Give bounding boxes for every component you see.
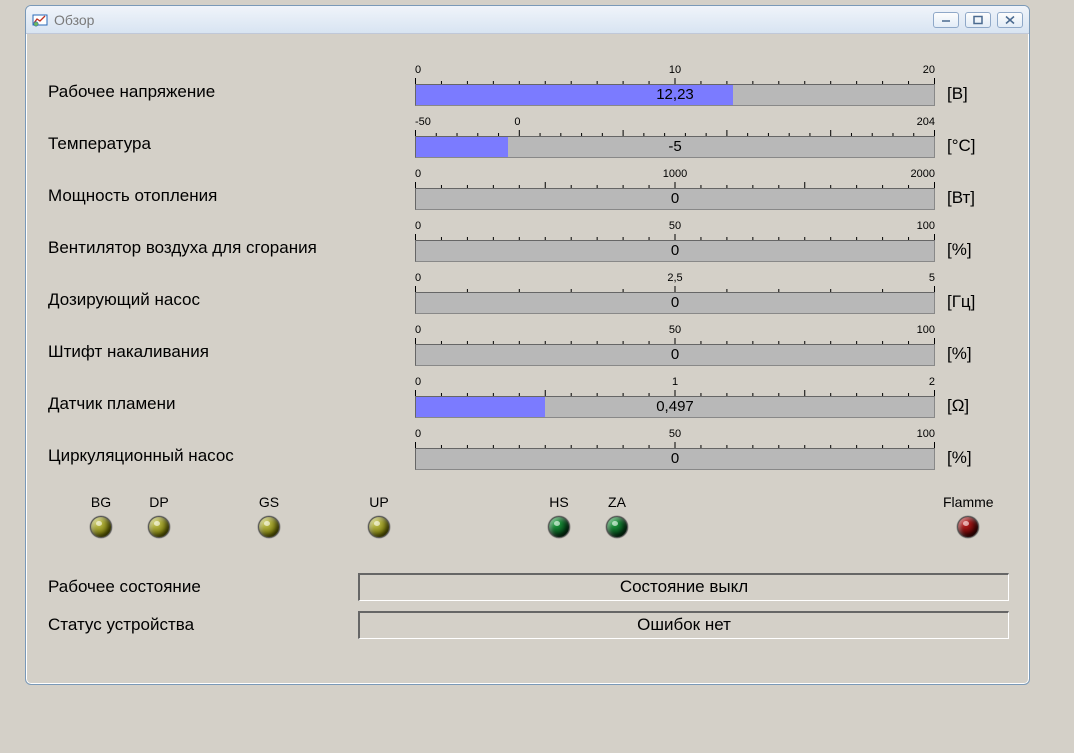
gauge-label: Циркуляционный насос: [48, 446, 415, 470]
gauge-unit: [Гц]: [935, 292, 995, 314]
gauge-label: Мощность отопления: [48, 186, 415, 210]
indicator-label: DP: [148, 494, 170, 510]
indicator-gs: GS: [258, 494, 280, 538]
window-title: Обзор: [54, 12, 933, 28]
gauge-label: Вентилятор воздуха для сгорания: [48, 238, 415, 262]
gauge-value: 0: [416, 189, 934, 209]
indicator-label: HS: [548, 494, 570, 510]
overview-window: Обзор Рабочее напряжение 01020 12,23 [В]…: [25, 5, 1030, 685]
gauge-value: -5: [416, 137, 934, 157]
gauge-label: Температура: [48, 134, 415, 158]
gauge-unit: [Ω]: [935, 396, 995, 418]
gauge-bar: 0: [415, 240, 935, 262]
gauge-value: 0: [416, 293, 934, 313]
led-icon: [548, 516, 570, 538]
gauge-row: Циркуляционный насос 050100 0 [%]: [48, 418, 1009, 470]
gauge: 010002000 0: [415, 168, 935, 210]
indicator-dp: DP: [148, 494, 170, 538]
gauge-bar: 0: [415, 448, 935, 470]
gauge-bar: -5: [415, 136, 935, 158]
device-status-label: Статус устройства: [48, 615, 358, 635]
gauge-bar: 0: [415, 344, 935, 366]
gauge-label: Рабочее напряжение: [48, 82, 415, 106]
gauge-label: Датчик пламени: [48, 394, 415, 418]
indicator-row: BG DP GS UP HS ZA Flamme: [48, 488, 1009, 544]
led-icon: [90, 516, 112, 538]
close-button[interactable]: [997, 12, 1023, 28]
indicator-label: UP: [368, 494, 390, 510]
gauge-unit: [В]: [935, 84, 995, 106]
gauge-value: 0,497: [416, 397, 934, 417]
gauge-unit: [%]: [935, 344, 995, 366]
gauge: -500204 -5: [415, 116, 935, 158]
led-icon: [368, 516, 390, 538]
gauge-row: Датчик пламени 012 0,497 [Ω]: [48, 366, 1009, 418]
indicator-za: ZA: [606, 494, 628, 538]
titlebar[interactable]: Обзор: [26, 6, 1029, 34]
gauge-row: Мощность отопления 010002000 0 [Вт]: [48, 158, 1009, 210]
indicator-label: Flamme: [943, 494, 994, 510]
maximize-button[interactable]: [965, 12, 991, 28]
gauge-row: Вентилятор воздуха для сгорания 050100 0…: [48, 210, 1009, 262]
gauge: 050100 0: [415, 220, 935, 262]
gauge-value: 12,23: [416, 85, 934, 105]
gauge-row: Температура -500204 -5 [°C]: [48, 106, 1009, 158]
gauge-value: 0: [416, 449, 934, 469]
gauge-label: Штифт накаливания: [48, 342, 415, 366]
gauge: 050100 0: [415, 324, 935, 366]
gauge-label: Дозирующий насос: [48, 290, 415, 314]
gauge: 050100 0: [415, 428, 935, 470]
gauge-row: Рабочее напряжение 01020 12,23 [В]: [48, 54, 1009, 106]
device-status-value: Ошибок нет: [358, 611, 1009, 639]
gauge-unit: [°C]: [935, 136, 995, 158]
gauge-bar: 0,497: [415, 396, 935, 418]
led-icon: [957, 516, 979, 538]
minimize-button[interactable]: [933, 12, 959, 28]
app-icon: [32, 12, 48, 28]
gauge: 012 0,497: [415, 376, 935, 418]
indicator-hs: HS: [548, 494, 570, 538]
gauge-unit: [Вт]: [935, 188, 995, 210]
indicator-label: BG: [90, 494, 112, 510]
indicator-label: ZA: [606, 494, 628, 510]
gauge-value: 0: [416, 345, 934, 365]
gauge-row: Штифт накаливания 050100 0 [%]: [48, 314, 1009, 366]
indicator-flamme: Flamme: [943, 494, 994, 538]
led-icon: [148, 516, 170, 538]
gauge-unit: [%]: [935, 448, 995, 470]
gauge: 02,55 0: [415, 272, 935, 314]
operating-state-label: Рабочее состояние: [48, 577, 358, 597]
content-area: Рабочее напряжение 01020 12,23 [В] Темпе…: [26, 34, 1029, 662]
led-icon: [606, 516, 628, 538]
gauge-bar: 0: [415, 292, 935, 314]
gauge-row: Дозирующий насос 02,55 0 [Гц]: [48, 262, 1009, 314]
gauge-unit: [%]: [935, 240, 995, 262]
gauge-bar: 12,23: [415, 84, 935, 106]
gauge-value: 0: [416, 241, 934, 261]
gauge-bar: 0: [415, 188, 935, 210]
led-icon: [258, 516, 280, 538]
gauge: 01020 12,23: [415, 64, 935, 106]
indicator-bg: BG: [90, 494, 112, 538]
operating-state-value: Состояние выкл: [358, 573, 1009, 601]
indicator-label: GS: [258, 494, 280, 510]
indicator-up: UP: [368, 494, 390, 538]
